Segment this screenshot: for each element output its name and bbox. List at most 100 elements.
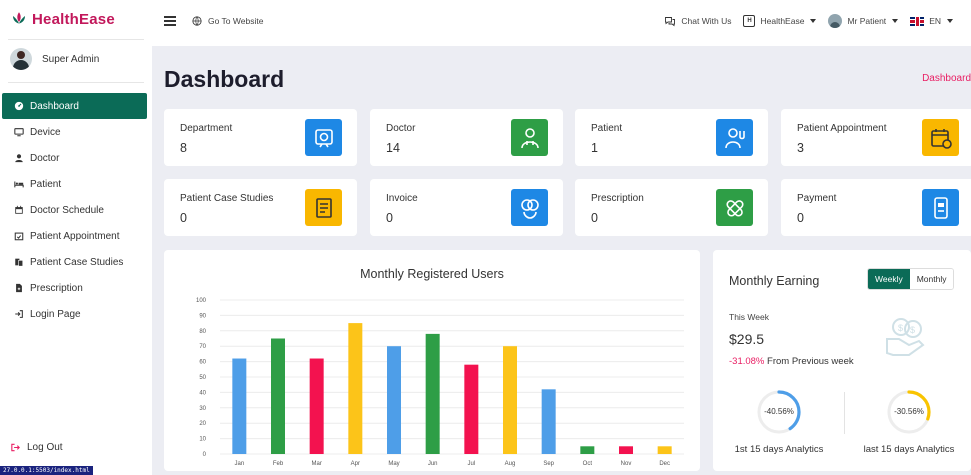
bar-jan[interactable]: [232, 358, 247, 454]
bar-nov[interactable]: [619, 446, 633, 454]
y-tick-label: 90: [199, 313, 206, 319]
period-toggle: Weekly Monthly: [867, 268, 955, 290]
period-label: This Week: [729, 312, 769, 322]
org-label: HealthEase: [760, 16, 805, 26]
x-tick-label: Dec: [659, 461, 670, 467]
bar-apr[interactable]: [348, 323, 363, 454]
bar-jun[interactable]: [425, 333, 440, 454]
divider: [844, 392, 845, 434]
bed-icon: [14, 179, 24, 189]
earning-amount: $29.5: [729, 331, 765, 347]
patient-icon: [716, 119, 753, 156]
breadcrumb[interactable]: Dashboard: [922, 73, 971, 84]
x-tick-label: Oct: [583, 461, 593, 467]
stat-card-doctor[interactable]: Doctor 14: [370, 109, 563, 166]
status-url: 27.0.0.1:5503/index.html: [0, 466, 93, 475]
top-header: Go To Website Chat With Us H HealthEase …: [152, 0, 971, 46]
appointment-icon: [922, 119, 959, 156]
sidebar-item-patient-appointment[interactable]: Patient Appointment: [2, 223, 147, 249]
monitor-icon: [14, 127, 24, 137]
file-medical-icon: [14, 283, 24, 293]
stat-card-prescription[interactable]: Prescription 0: [575, 179, 768, 236]
card-label: Doctor: [386, 123, 416, 134]
svg-text:$: $: [898, 323, 903, 333]
user-name: Super Admin: [42, 53, 100, 65]
change-percent: -31.08%: [729, 356, 765, 367]
sidebar-item-label: Login Page: [30, 308, 81, 320]
stat-card-invoice[interactable]: Invoice 0: [370, 179, 563, 236]
card-value: 0: [797, 211, 804, 225]
divider: [8, 82, 144, 83]
card-value: 14: [386, 141, 400, 155]
y-tick-label: 10: [199, 437, 206, 443]
bar-feb[interactable]: [271, 338, 285, 455]
card-value: 3: [797, 141, 804, 155]
sidebar-item-device[interactable]: Device: [2, 119, 147, 145]
sidebar-item-doctor-schedule[interactable]: Doctor Schedule: [2, 197, 147, 223]
y-tick-label: 60: [199, 360, 206, 366]
user-profile[interactable]: Super Admin: [10, 48, 99, 70]
go-to-website-link[interactable]: Go To Website: [192, 16, 263, 26]
brand-logo[interactable]: HealthEase: [10, 10, 115, 28]
tab-weekly[interactable]: Weekly: [868, 269, 910, 289]
chat-link[interactable]: Chat With Us: [664, 16, 731, 27]
stat-card-patient-case-studies[interactable]: Patient Case Studies 0: [164, 179, 357, 236]
sidebar-item-patient-case-studies[interactable]: Patient Case Studies: [2, 249, 147, 275]
x-tick-label: Feb: [273, 461, 284, 467]
bar-may[interactable]: [387, 346, 401, 454]
caret-down-icon: [892, 19, 899, 23]
sidebar-nav: Dashboard Device Doctor Patient Doctor Sched…: [0, 93, 152, 327]
stat-card-patient-appointment[interactable]: Patient Appointment 3: [781, 109, 971, 166]
sidebar-item-patient[interactable]: Patient: [2, 171, 147, 197]
page-title: Dashboard: [164, 66, 285, 92]
user-icon: [14, 153, 24, 163]
ring-percent: -30.56%: [894, 407, 924, 416]
card-value: 8: [180, 141, 187, 155]
stat-card-payment[interactable]: Payment 0: [781, 179, 971, 236]
bar-sep[interactable]: [541, 389, 556, 454]
svg-text:$: $: [910, 325, 915, 335]
y-tick-label: 20: [199, 421, 206, 427]
language-dropdown[interactable]: EN: [910, 16, 953, 26]
sidebar-item-dashboard[interactable]: Dashboard: [2, 93, 147, 119]
ring-percent: -40.56%: [764, 407, 794, 416]
org-dropdown[interactable]: H HealthEase: [743, 15, 817, 27]
avatar: [10, 48, 32, 70]
x-tick-label: Nov: [621, 461, 632, 467]
logout-button[interactable]: Log Out: [10, 442, 63, 453]
files-icon: [14, 257, 24, 267]
y-tick-label: 100: [196, 298, 207, 304]
card-value: 0: [180, 211, 187, 225]
bar-aug[interactable]: [503, 346, 517, 454]
x-tick-label: Jan: [234, 461, 244, 467]
doctor-icon: [511, 119, 548, 156]
patient-dropdown[interactable]: Mr Patient: [828, 14, 899, 28]
menu-toggle-icon[interactable]: [164, 16, 176, 26]
tab-monthly[interactable]: Monthly: [909, 269, 954, 289]
dashboard-icon: [14, 101, 24, 111]
bar-chart: 0 10 20 30 40 50 60 70 80 90 100 Jan Feb Mar Apr May Jun…: [196, 298, 684, 467]
bar-jul[interactable]: [464, 364, 479, 454]
x-tick-label: Aug: [505, 461, 516, 467]
earning-title: Monthly Earning: [729, 274, 820, 288]
caret-down-icon: [947, 19, 953, 23]
sidebar-item-label: Patient: [30, 178, 62, 190]
y-tick-label: 0: [203, 452, 207, 458]
y-tick-label: 40: [199, 390, 206, 396]
sidebar-item-prescription[interactable]: Prescription: [2, 275, 147, 301]
ring-caption: last 15 days Analytics: [863, 444, 955, 455]
bar-oct[interactable]: [580, 446, 595, 454]
bar-dec[interactable]: [657, 446, 672, 454]
logout-icon: [11, 443, 20, 452]
sidebar-item-label: Prescription: [30, 282, 83, 294]
sidebar-item-doctor[interactable]: Doctor: [2, 145, 147, 171]
stat-card-department[interactable]: Department 8: [164, 109, 357, 166]
bar-mar[interactable]: [309, 358, 324, 454]
brand-name: HealthEase: [32, 10, 115, 28]
calendar-icon: [14, 205, 24, 215]
invoice-icon: [511, 189, 548, 226]
stat-card-patient[interactable]: Patient 1: [575, 109, 768, 166]
chat-label: Chat With Us: [681, 16, 732, 26]
payment-icon: [922, 189, 959, 226]
sidebar-item-login-page[interactable]: Login Page: [2, 301, 147, 327]
